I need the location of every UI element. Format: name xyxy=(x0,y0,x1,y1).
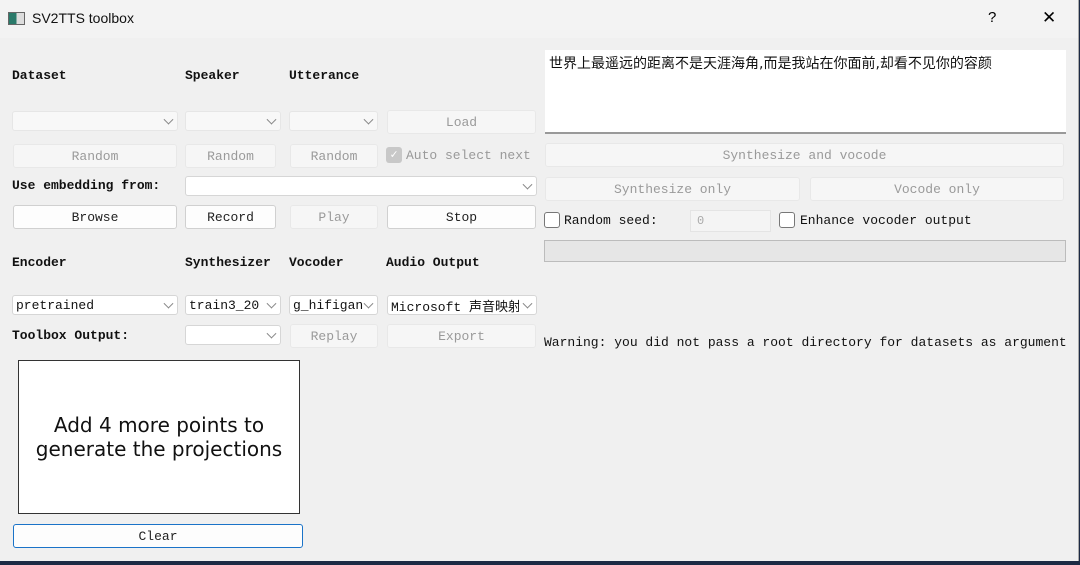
speaker-combo[interactable] xyxy=(185,111,281,131)
auto-select-checkbox[interactable]: ✓ xyxy=(386,147,402,163)
chevron-down-icon xyxy=(163,298,174,309)
enhance-vocoder-checkbox[interactable] xyxy=(779,212,795,228)
chevron-down-icon xyxy=(363,298,374,309)
chevron-down-icon xyxy=(522,298,533,309)
random-seed-label: Random seed: xyxy=(564,213,658,228)
synthesize-only-button[interactable]: Synthesize only xyxy=(545,177,800,201)
embedding-label: Use embedding from: xyxy=(12,178,161,193)
record-button[interactable]: Record xyxy=(185,205,276,229)
chevron-down-icon xyxy=(266,328,277,339)
auto-select-label: Auto select next xyxy=(406,148,531,163)
app-icon xyxy=(8,12,25,25)
dataset-combo[interactable] xyxy=(12,111,178,131)
encoder-label: Encoder xyxy=(12,255,67,270)
toolbox-output-combo[interactable] xyxy=(185,325,281,345)
projection-message: Add 4 more points to generate the projec… xyxy=(35,413,283,461)
chevron-down-icon xyxy=(163,114,174,125)
utterance-label: Utterance xyxy=(289,68,360,83)
encoder-value: pretrained xyxy=(16,297,95,313)
help-button[interactable]: ? xyxy=(988,9,996,26)
chevron-down-icon xyxy=(363,114,374,125)
audio-output-value: Microsoft 声音映射 xyxy=(391,299,519,315)
replay-button[interactable]: Replay xyxy=(290,324,378,348)
utterance-combo[interactable] xyxy=(289,111,378,131)
browse-button[interactable]: Browse xyxy=(13,205,177,229)
random-speaker-button[interactable]: Random xyxy=(185,144,276,168)
log-warning: Warning: you did not pass a root directo… xyxy=(544,335,1067,350)
projection-plot: Add 4 more points to generate the projec… xyxy=(18,360,300,514)
enhance-vocoder-label: Enhance vocoder output xyxy=(800,213,972,228)
synthesizer-value: train3_20 xyxy=(189,297,260,313)
audio-output-label: Audio Output xyxy=(386,255,480,270)
vocoder-label: Vocoder xyxy=(289,255,344,270)
export-button[interactable]: Export xyxy=(387,324,536,348)
random-utterance-button[interactable]: Random xyxy=(290,144,378,168)
progress-bar xyxy=(544,240,1066,262)
embedding-combo[interactable] xyxy=(185,176,537,196)
dataset-label: Dataset xyxy=(12,68,67,83)
toolbox-output-label: Toolbox Output: xyxy=(12,328,130,343)
encoder-combo[interactable]: pretrained xyxy=(12,295,178,315)
synthesize-and-vocode-button[interactable]: Synthesize and vocode xyxy=(545,143,1064,167)
vocoder-value: g_hifigan xyxy=(293,297,363,313)
chevron-down-icon xyxy=(266,298,277,309)
chevron-down-icon xyxy=(522,179,533,190)
synthesizer-label: Synthesizer xyxy=(185,255,271,270)
vocode-only-button[interactable]: Vocode only xyxy=(810,177,1064,201)
window-title: SV2TTS toolbox xyxy=(32,10,134,26)
chevron-down-icon xyxy=(266,114,277,125)
clear-button[interactable]: Clear xyxy=(13,524,303,548)
title-bar: SV2TTS toolbox ? ✕ xyxy=(0,0,1078,38)
random-seed-checkbox[interactable] xyxy=(544,212,560,228)
random-dataset-button[interactable]: Random xyxy=(13,144,177,168)
load-button[interactable]: Load xyxy=(387,110,536,134)
stop-button[interactable]: Stop xyxy=(387,205,536,229)
seed-input[interactable]: 0 xyxy=(690,210,771,232)
synthesizer-combo[interactable]: train3_20 xyxy=(185,295,281,315)
vocoder-combo[interactable]: g_hifigan xyxy=(289,295,378,315)
toolbox-window: SV2TTS toolbox ? ✕ Dataset Speaker Utter… xyxy=(0,0,1079,561)
audio-output-combo[interactable]: Microsoft 声音映射 xyxy=(387,295,537,315)
text-input[interactable]: 世界上最遥远的距离不是天涯海角,而是我站在你面前,却看不见你的容颜 xyxy=(545,50,1066,134)
speaker-label: Speaker xyxy=(185,68,240,83)
close-icon[interactable]: ✕ xyxy=(1042,8,1056,28)
play-button[interactable]: Play xyxy=(290,205,378,229)
